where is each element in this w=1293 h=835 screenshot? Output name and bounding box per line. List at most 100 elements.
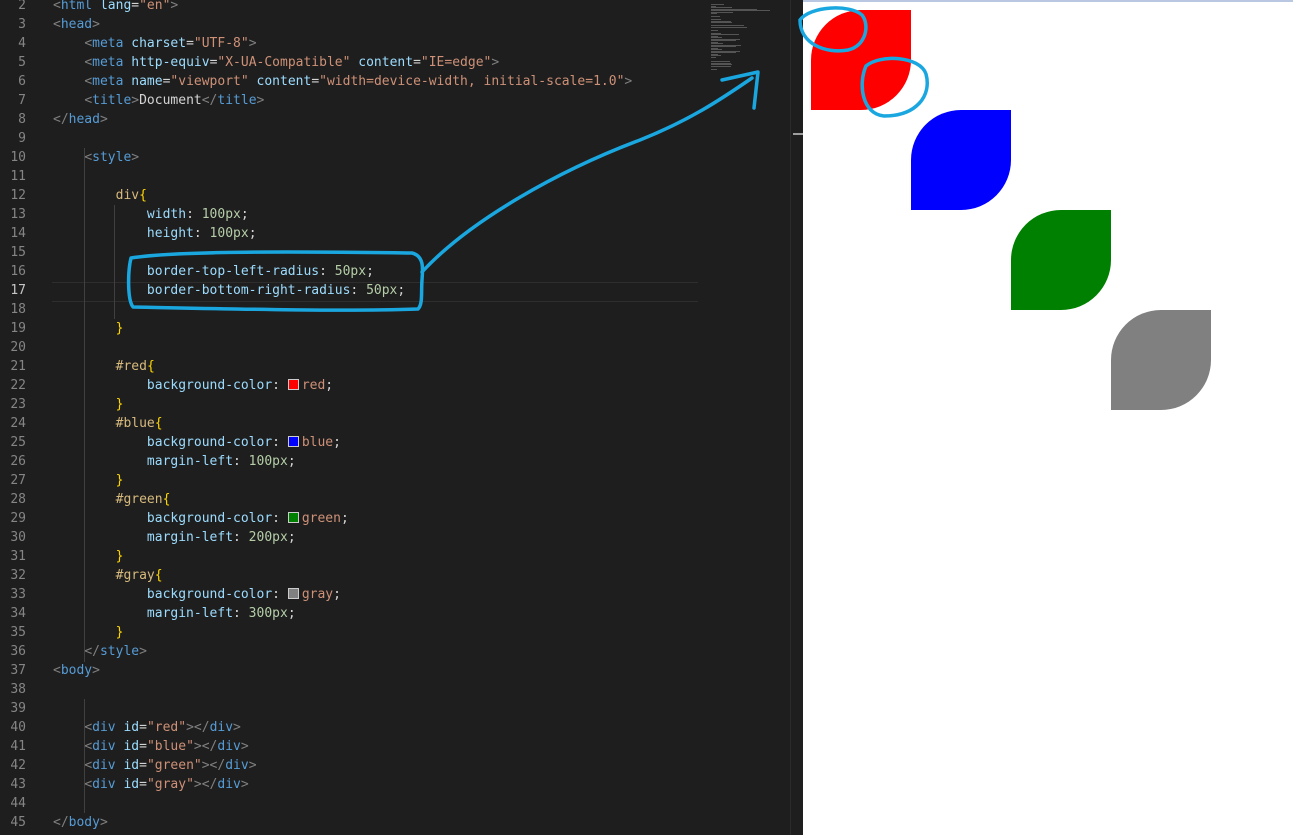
line-number: 34 xyxy=(10,606,26,621)
line-number: 17 xyxy=(10,283,26,298)
code-token: = xyxy=(186,36,194,51)
line-number: 23 xyxy=(10,397,26,412)
leaf-box-red xyxy=(811,10,911,110)
code-token: > xyxy=(240,739,249,754)
code-token: "en" xyxy=(139,0,171,13)
code-token: gray xyxy=(301,587,334,602)
code-line: <body> xyxy=(53,661,100,680)
minimap[interactable] xyxy=(703,0,790,70)
code-token: content xyxy=(256,74,312,89)
minimap-line xyxy=(711,68,717,70)
code-token: content xyxy=(358,55,414,70)
code-token: 100px xyxy=(201,207,241,222)
code-token: > xyxy=(139,644,147,659)
code-token: > xyxy=(256,93,265,108)
line-number: 18 xyxy=(10,302,26,317)
code-editor[interactable]: 2 3 4 5 6 7 8 9 10 11 12 13 14 15 16 17 18 19 20 21 22 23 24 25… xyxy=(0,0,790,835)
color-swatch-icon[interactable] xyxy=(287,436,299,447)
code-token: ; xyxy=(340,511,349,526)
code-token: = xyxy=(413,55,421,70)
code-line: height: 100px; xyxy=(53,224,257,243)
code-token: id xyxy=(123,720,140,735)
line-number: 37 xyxy=(10,663,26,678)
code-line: </head> xyxy=(53,110,108,129)
code-token: "red" xyxy=(146,720,187,735)
code-token: ; xyxy=(287,454,296,469)
color-swatch-icon[interactable] xyxy=(287,512,299,523)
code-token: < xyxy=(53,663,61,678)
code-token: > xyxy=(99,112,108,127)
code-line: <meta name="viewport" content="width=dev… xyxy=(53,72,632,91)
line-number: 39 xyxy=(10,701,26,716)
minimap-line xyxy=(711,56,716,58)
minimap-line xyxy=(711,26,747,28)
line-number: 5 xyxy=(18,55,26,70)
code-token: > xyxy=(248,36,257,51)
color-swatch-icon[interactable] xyxy=(287,588,299,599)
code-token: ; xyxy=(366,264,374,279)
code-line: <html lang="en"> xyxy=(53,0,178,15)
code-token: ; xyxy=(333,587,341,602)
code-token: title xyxy=(217,93,257,108)
code-line: <div id="green"></div> xyxy=(53,756,256,775)
code-token: "green" xyxy=(146,758,202,773)
code-token: div xyxy=(217,777,241,792)
leaf-box-gray xyxy=(1111,310,1211,410)
code-token: div xyxy=(225,758,249,773)
code-token: < xyxy=(84,93,93,108)
code-line: width: 100px; xyxy=(53,205,249,224)
code-token: border-bottom-right-radius xyxy=(146,283,351,298)
code-token: red xyxy=(301,378,326,393)
code-line: border-bottom-right-radius: 50px; xyxy=(53,281,405,300)
code-token: "UTF-8" xyxy=(193,36,249,51)
minimap-line xyxy=(711,29,719,31)
code-token: meta xyxy=(92,36,124,51)
code-token: { xyxy=(162,492,171,507)
code-line: background-color: red; xyxy=(53,376,333,395)
code-token: "X-UA-Compatible" xyxy=(217,55,351,70)
code-line: margin-left: 100px; xyxy=(53,452,296,471)
leaf-box-green xyxy=(1011,210,1111,310)
code-token: : xyxy=(186,207,202,222)
code-token: background-color xyxy=(146,378,273,393)
line-number: 44 xyxy=(10,796,26,811)
code-token: ; xyxy=(287,606,296,621)
code-token: } xyxy=(115,625,124,640)
code-line: background-color: gray; xyxy=(53,585,341,604)
code-token: border-top-left-radius xyxy=(146,264,320,279)
line-number: 20 xyxy=(10,340,26,355)
code-token: < xyxy=(53,17,61,32)
line-number: 11 xyxy=(10,169,26,184)
code-token: body xyxy=(68,815,100,830)
code-token: div xyxy=(92,720,116,735)
code-token: ></ xyxy=(193,777,218,792)
code-line: } xyxy=(53,471,124,490)
line-number: 42 xyxy=(10,758,26,773)
code-token: } xyxy=(115,321,124,336)
code-token: #blue xyxy=(115,416,155,431)
code-token: Document xyxy=(139,93,202,108)
code-line: <title>Document</title> xyxy=(53,91,264,110)
code-token: { xyxy=(154,416,163,431)
code-token: : xyxy=(272,511,288,526)
editor-scrollbar[interactable] xyxy=(790,0,804,835)
code-token: head xyxy=(68,112,100,127)
code-token: : xyxy=(319,264,335,279)
code-token: ></ xyxy=(201,758,226,773)
code-token: { xyxy=(146,359,155,374)
code-token: < xyxy=(84,777,93,792)
code-token: : xyxy=(233,454,249,469)
color-swatch-icon[interactable] xyxy=(287,379,299,390)
code-token: div xyxy=(209,720,234,735)
